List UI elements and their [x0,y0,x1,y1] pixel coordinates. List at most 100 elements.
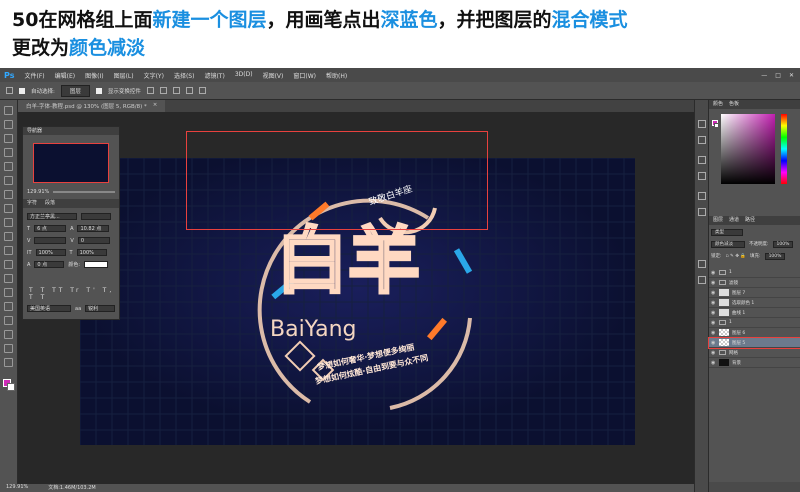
info-icon[interactable] [698,192,706,200]
horizontal-scale-field[interactable]: 100% [76,249,107,256]
stamp-tool-icon[interactable] [4,218,13,227]
background-color-swatch[interactable] [714,123,719,128]
visibility-eye-icon[interactable]: ◉ [711,320,716,326]
menu-item[interactable]: 图层(L) [114,71,134,80]
layer-row[interactable]: ◉ 选取颜色 1 [709,298,800,308]
align-icon[interactable] [146,87,154,94]
antialias-dropdown[interactable]: 锐利 [85,305,116,312]
blend-mode-dropdown[interactable]: 颜色减淡 [711,240,745,248]
visibility-eye-icon[interactable]: ◉ [711,360,716,366]
vertical-scale-field[interactable]: 100% [35,249,66,256]
opacity-field[interactable]: 100% [772,240,794,248]
visibility-eye-icon[interactable]: ◉ [711,290,716,296]
distribute-icon[interactable] [185,87,193,94]
visibility-eye-icon[interactable]: ◉ [711,310,716,316]
tracking-field[interactable]: 0 [77,237,110,244]
font-size-field[interactable]: 6 点 [34,225,67,232]
tab-character[interactable]: 字符 [27,199,37,208]
text-style-buttons[interactable]: T T TT Tr T' T, T T [29,287,119,301]
document-tab[interactable]: 白羊-字体-教程.psd @ 130% (图层 5, RGB/8) * × [18,100,166,112]
path-select-tool-icon[interactable] [4,330,13,339]
move-tool-icon[interactable] [6,87,13,94]
minimize-icon[interactable]: — [761,72,767,79]
menu-item[interactable]: 窗口(W) [293,71,316,80]
healing-tool-icon[interactable] [4,190,13,199]
align-icon[interactable] [172,87,180,94]
leading-field[interactable]: 10.82 点 [77,225,110,232]
hue-slider[interactable] [781,114,787,184]
tab-paths[interactable]: 路径 [745,216,755,225]
visibility-eye-icon[interactable]: ◉ [711,340,716,346]
distribute-icon[interactable] [198,87,206,94]
close-tab-icon[interactable]: × [153,102,158,110]
clone-source-icon[interactable] [698,172,706,180]
menu-item[interactable]: 滤镜(T) [204,71,224,80]
brush-tool-icon[interactable] [4,204,13,213]
layer-row[interactable]: ◉ 滤镜 [709,278,800,288]
navigator-header[interactable]: 导航器 [23,127,119,135]
visibility-eye-icon[interactable]: ◉ [711,330,716,336]
paragraph-icon[interactable] [698,276,706,284]
lasso-tool-icon[interactable] [4,134,13,143]
navigator-thumbnail[interactable] [33,143,109,183]
menu-item[interactable]: 视图(V) [263,71,284,80]
zoom-slider[interactable] [53,191,115,193]
dodge-tool-icon[interactable] [4,288,13,297]
visibility-eye-icon[interactable]: ◉ [711,300,716,306]
menu-item[interactable]: 文字(Y) [144,71,164,80]
color-picker-field[interactable] [721,114,775,184]
tab-paragraph[interactable]: 段落 [45,199,55,208]
layer-row[interactable]: ◉ 网格 [709,348,800,358]
layer-row[interactable]: ◉ 1 [709,318,800,328]
auto-select-dropdown[interactable]: 图层 [60,84,90,97]
text-color-swatch[interactable] [84,261,109,268]
layer-kind-filter[interactable]: 类型 [711,228,743,236]
menu-item[interactable]: 选择(S) [174,71,195,80]
layer-row[interactable]: ◉ 曲线 1 [709,308,800,318]
visibility-eye-icon[interactable]: ◉ [711,350,716,356]
eyedropper-tool-icon[interactable] [4,176,13,185]
adjustments-icon[interactable] [698,208,706,216]
navigator-zoom-value[interactable]: 129.91% [27,189,49,195]
show-transform-checkbox[interactable] [95,87,102,94]
menu-item[interactable]: 帮助(H) [326,71,347,80]
history-icon[interactable] [698,120,706,128]
move-tool-icon[interactable] [4,106,13,115]
layer-row[interactable]: ◉ 背景 [709,358,800,368]
close-icon[interactable]: ✕ [789,72,794,79]
status-zoom[interactable]: 129.91% [6,484,28,492]
menu-item[interactable]: 编辑(E) [55,71,75,80]
menu-item[interactable]: 3D(D) [235,71,253,80]
fill-field[interactable]: 100% [764,252,786,260]
layer-row[interactable]: ◉ 图层 7 [709,288,800,298]
gradient-tool-icon[interactable] [4,260,13,269]
tab-layers[interactable]: 图层 [713,216,723,225]
history-brush-tool-icon[interactable] [4,232,13,241]
menu-item[interactable]: 图像(I) [85,71,103,80]
layer-row[interactable]: ◉ 1 [709,268,800,278]
tab-channels[interactable]: 通道 [729,216,739,225]
language-dropdown[interactable]: 美国英语 [27,305,71,312]
type-tool-icon[interactable] [4,316,13,325]
lock-icons[interactable]: ▫ ✎ ✥ 🔒 [726,254,747,259]
auto-select-checkbox[interactable] [19,87,25,94]
visibility-eye-icon[interactable]: ◉ [711,280,716,286]
blur-tool-icon[interactable] [4,274,13,283]
baseline-field[interactable]: 0 点 [34,261,65,268]
actions-icon[interactable] [698,136,706,144]
layer-row[interactable]: ◉ 图层 6 [709,328,800,338]
quick-select-tool-icon[interactable] [4,148,13,157]
maximize-icon[interactable]: □ [775,72,781,79]
font-style-field[interactable] [81,213,111,220]
visibility-eye-icon[interactable]: ◉ [711,270,716,276]
tab-swatches[interactable]: 色板 [729,100,739,109]
shape-tool-icon[interactable] [4,344,13,353]
brush-panel-icon[interactable] [698,156,706,164]
layer-row[interactable]: ◉ 图层 5 [708,337,800,349]
pen-tool-icon[interactable] [4,302,13,311]
background-color-swatch[interactable] [7,383,15,391]
menu-item[interactable]: 文件(F) [24,71,44,80]
font-family-field[interactable]: 方正兰亭黑... [27,213,77,220]
eraser-tool-icon[interactable] [4,246,13,255]
marquee-selection[interactable] [186,131,488,230]
